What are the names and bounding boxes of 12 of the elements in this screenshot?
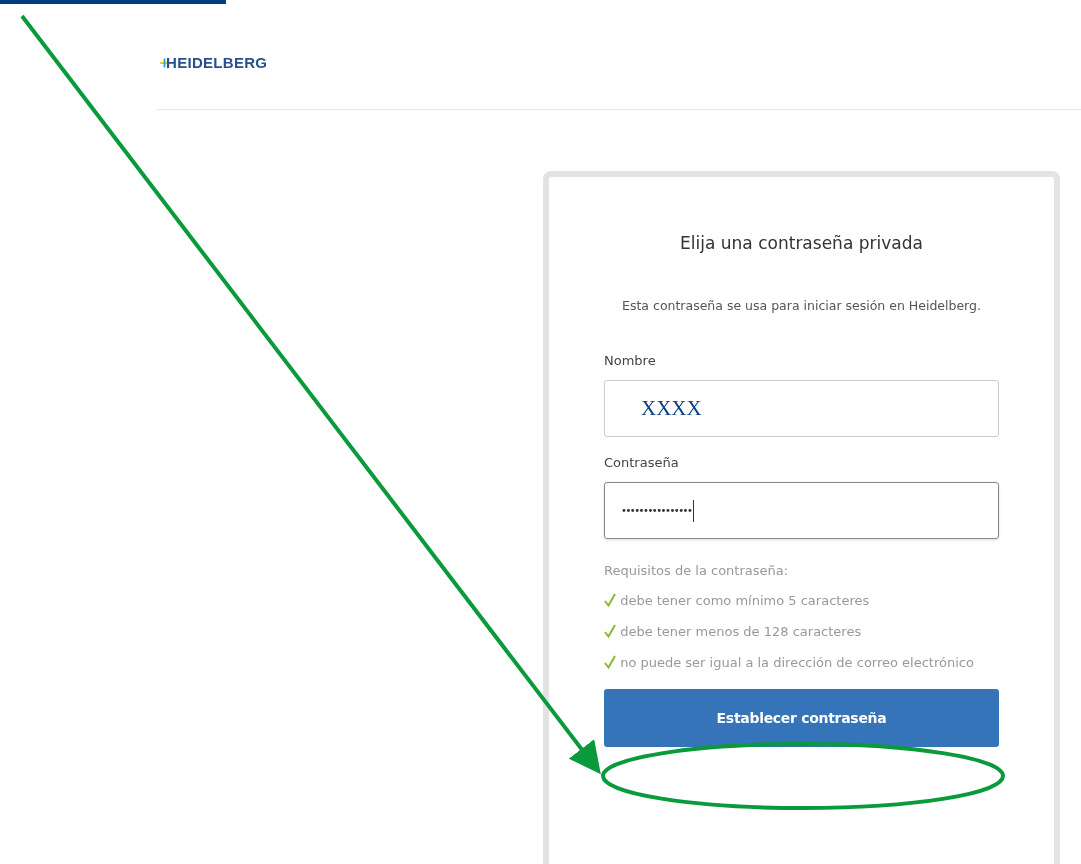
- description-text: Esta contraseña se usa para iniciar sesión en Heidelberg.: [621, 297, 982, 315]
- set-password-button[interactable]: Establecer contraseña: [604, 689, 999, 747]
- field-label: Contraseña: [604, 455, 680, 470]
- name-field[interactable]: XXXX: [604, 380, 999, 437]
- requirements-heading: Requisitos de la contraseña:: [604, 563, 790, 578]
- requirement-text: debe tener como mínimo 5 caracteres: [620, 593, 870, 608]
- card-title: Elija una contraseña privada: [679, 233, 924, 253]
- requirement-text: no puede ser igual a la dirección de correo electrónico: [620, 655, 974, 670]
- field-label: Nombre: [604, 353, 657, 368]
- requirement-text: debe tener menos de 128 caracteres: [620, 624, 862, 639]
- logo: HEIDELBERG: [160, 54, 268, 71]
- password-field[interactable]: ••••••••••••••••: [604, 482, 999, 539]
